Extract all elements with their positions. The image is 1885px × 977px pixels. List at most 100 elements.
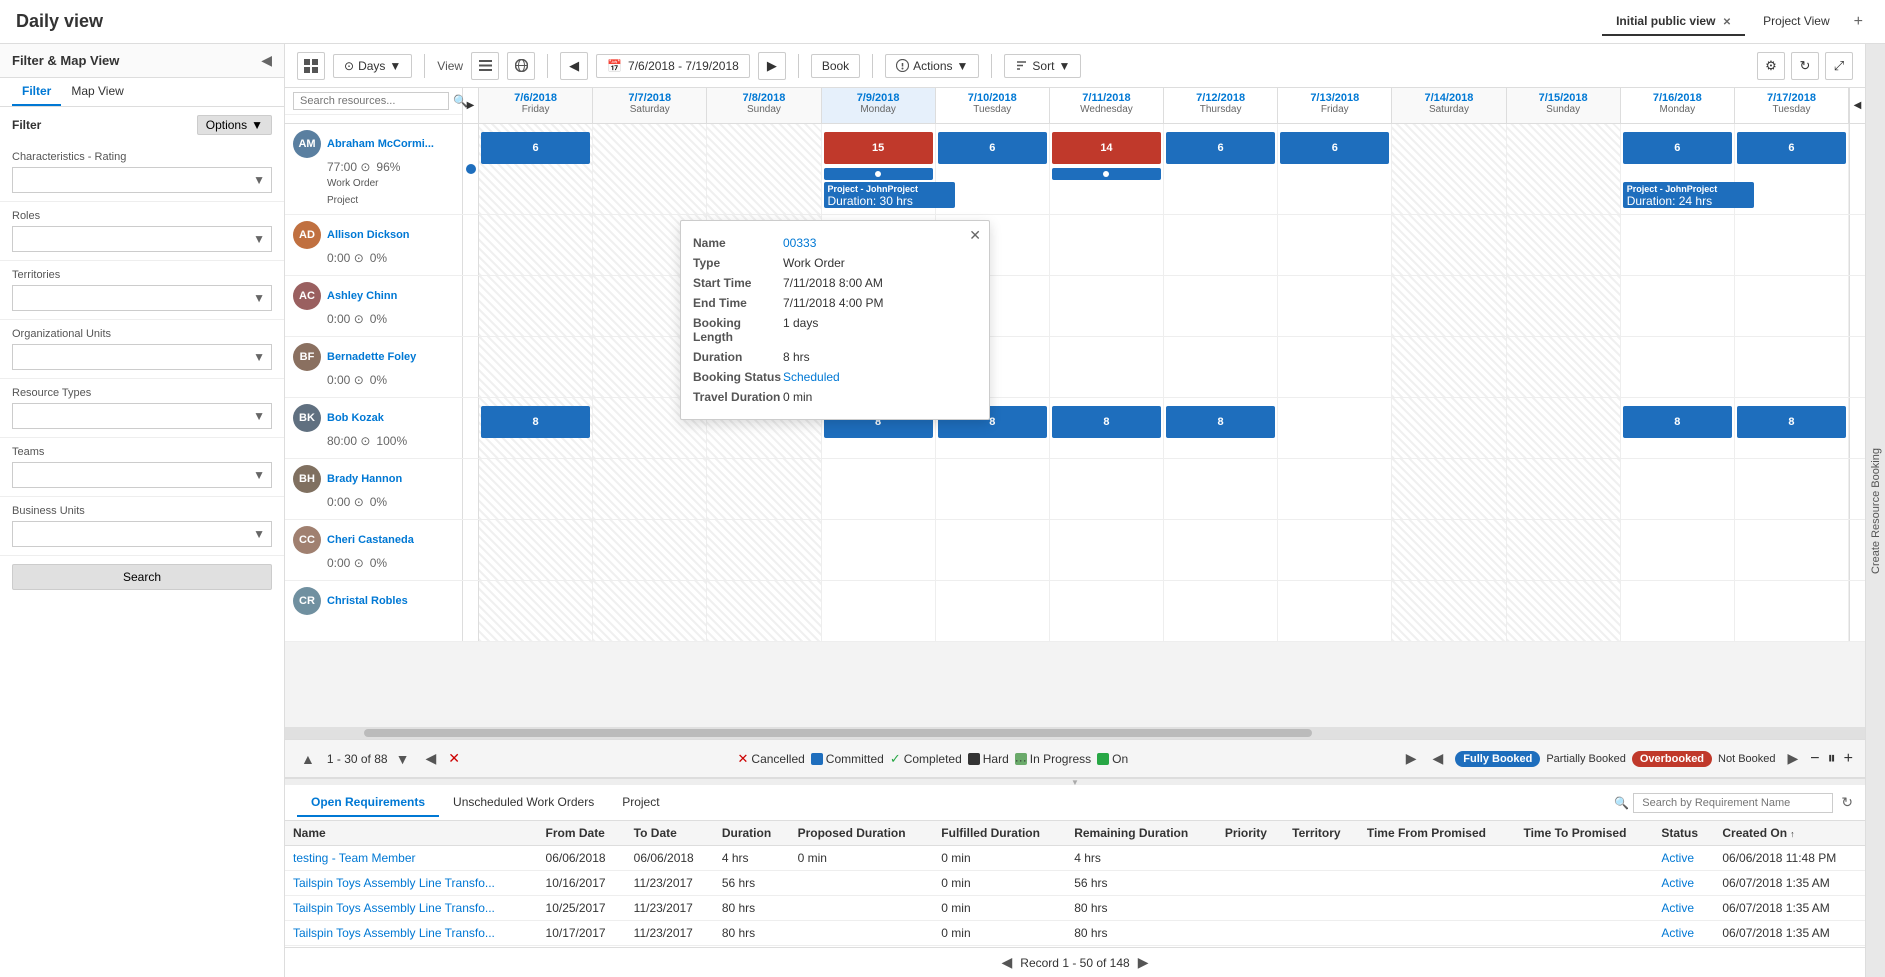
booking-block[interactable]: 14: [1052, 132, 1161, 164]
tab-initial-public-view[interactable]: Initial public view ✕: [1602, 8, 1745, 36]
popup-start-time-value: 7/11/2018 8:00 AM: [783, 276, 977, 290]
table-cell[interactable]: Tailspin Toys Assembly Line Transfo...: [285, 896, 538, 921]
resource-cell: [593, 581, 707, 641]
popup-booking-status-value[interactable]: Scheduled: [783, 370, 977, 384]
status-badge[interactable]: Active: [1661, 901, 1694, 915]
avatar: AM: [293, 130, 321, 158]
resource-name-link[interactable]: Christal Robles: [327, 595, 408, 607]
resource-name-link[interactable]: Brady Hannon: [327, 473, 402, 485]
requirement-name-link[interactable]: Tailspin Toys Assembly Line Transfo...: [293, 876, 495, 890]
scroll-thumb[interactable]: [364, 729, 1312, 737]
grid-view-icon-btn[interactable]: [297, 52, 325, 80]
globe-view-button[interactable]: [507, 52, 535, 80]
table-cell[interactable]: Active: [1653, 896, 1714, 921]
table-cell[interactable]: Active: [1653, 846, 1714, 871]
tab-close-icon[interactable]: ✕: [1723, 17, 1731, 28]
requirement-name-link[interactable]: testing - Team Member: [293, 851, 416, 865]
booking-block[interactable]: 6: [938, 132, 1047, 164]
settings-icon-btn[interactable]: ⚙: [1757, 52, 1785, 80]
collapse-right-button[interactable]: ◀: [1849, 88, 1865, 123]
project-booking-block[interactable]: Project - JohnProject Duration: 30 hrs: [824, 182, 955, 208]
table-prev-button[interactable]: ◀: [1002, 954, 1013, 971]
teams-dropdown[interactable]: ▼: [12, 462, 272, 488]
next-date-button[interactable]: ▶: [758, 52, 786, 80]
left-panel-collapse-button[interactable]: ◀: [261, 52, 272, 69]
next-booking-legend-button[interactable]: ▶: [1784, 750, 1803, 767]
booking-block[interactable]: 6: [1166, 132, 1275, 164]
resource-name-link[interactable]: Abraham McCormi...: [327, 138, 434, 150]
booking-block[interactable]: 8: [1623, 406, 1732, 438]
book-button[interactable]: Book: [811, 54, 860, 78]
table-cell[interactable]: Tailspin Toys Assembly Line Transfo...: [285, 871, 538, 896]
list-view-button[interactable]: [471, 52, 499, 80]
requirement-search-input[interactable]: [1633, 793, 1833, 813]
org-units-dropdown[interactable]: ▼: [12, 344, 272, 370]
roles-dropdown[interactable]: ▼: [12, 226, 272, 252]
status-badge[interactable]: Active: [1661, 851, 1694, 865]
booking-block[interactable]: 6: [1280, 132, 1389, 164]
territories-dropdown[interactable]: ▼: [12, 285, 272, 311]
booking-block[interactable]: 6: [1737, 132, 1846, 164]
refresh-table-button[interactable]: ↻: [1841, 794, 1853, 811]
characteristics-dropdown[interactable]: ▼: [12, 167, 272, 193]
row-expand-dot[interactable]: [466, 164, 476, 174]
requirement-name-link[interactable]: Tailspin Toys Assembly Line Transfo...: [293, 926, 495, 940]
status-badge[interactable]: Active: [1661, 876, 1694, 890]
popup-close-button[interactable]: ✕: [969, 227, 981, 244]
days-button[interactable]: ⊙ Days ▼: [333, 54, 412, 78]
table-next-button[interactable]: ▶: [1138, 954, 1149, 971]
project-booking-block[interactable]: Project - JohnProject Duration: 24 hrs: [1623, 182, 1754, 208]
tab-unscheduled-work-orders[interactable]: Unscheduled Work Orders: [439, 789, 608, 817]
resource-name-link[interactable]: Ashley Chinn: [327, 290, 397, 302]
booking-block[interactable]: 8: [1166, 406, 1275, 438]
booking-block[interactable]: 15: [824, 132, 933, 164]
prev-legend-button[interactable]: ◀: [421, 750, 440, 767]
filter-tab[interactable]: Filter: [12, 78, 61, 106]
sort-button[interactable]: Sort ▼: [1004, 54, 1081, 78]
expand-pagination-button[interactable]: ▼: [392, 751, 414, 767]
tab-open-requirements[interactable]: Open Requirements: [297, 789, 439, 817]
refresh-icon-btn[interactable]: ↻: [1791, 52, 1819, 80]
actions-button[interactable]: Actions ▼: [885, 54, 979, 78]
resource-name-link[interactable]: Bernadette Foley: [327, 351, 416, 363]
expand-row-button[interactable]: ▶: [463, 88, 479, 123]
business-units-dropdown[interactable]: ▼: [12, 521, 272, 547]
zoom-in-button[interactable]: +: [1844, 750, 1853, 768]
table-cell[interactable]: testing - Team Member: [285, 846, 538, 871]
next-legend-button[interactable]: ▶: [1402, 750, 1421, 767]
resource-name-link[interactable]: Allison Dickson: [327, 229, 410, 241]
prev-date-button[interactable]: ◀: [560, 52, 588, 80]
work-order-booking-block[interactable]: [824, 168, 933, 180]
popup-name-value[interactable]: 00333: [783, 236, 977, 250]
resource-name-link[interactable]: Bob Kozak: [327, 412, 384, 424]
booking-block[interactable]: 6: [481, 132, 590, 164]
filter-options-button[interactable]: Options ▼: [197, 115, 272, 135]
left-panel-search-button[interactable]: Search: [12, 564, 272, 590]
horizontal-scrollbar[interactable]: [285, 727, 1865, 739]
resource-cell: [593, 520, 707, 580]
create-resource-booking-label[interactable]: Create Resource Booking: [1870, 440, 1882, 582]
map-view-tab[interactable]: Map View: [61, 78, 133, 106]
resource-search-input[interactable]: [293, 92, 449, 110]
collapse-rows-button[interactable]: ▲: [297, 751, 319, 767]
booking-block[interactable]: 8: [481, 406, 590, 438]
tab-project[interactable]: Project: [608, 789, 673, 817]
pause-button[interactable]: ⏸: [1828, 750, 1836, 768]
tab-project-view[interactable]: Project View: [1749, 8, 1843, 36]
resource-types-dropdown[interactable]: ▼: [12, 403, 272, 429]
table-cell[interactable]: Active: [1653, 921, 1714, 946]
booking-block[interactable]: 8: [1737, 406, 1846, 438]
table-cell[interactable]: Active: [1653, 871, 1714, 896]
prev-booking-legend-button[interactable]: ◀: [1429, 750, 1448, 767]
status-badge[interactable]: Active: [1661, 926, 1694, 940]
resource-name-link[interactable]: Cheri Castaneda: [327, 534, 414, 546]
table-cell[interactable]: Tailspin Toys Assembly Line Transfo...: [285, 921, 538, 946]
booking-block[interactable]: 8: [1052, 406, 1161, 438]
work-order-booking-block[interactable]: [1052, 168, 1161, 180]
add-tab-button[interactable]: +: [1848, 13, 1869, 31]
zoom-out-button[interactable]: −: [1810, 750, 1819, 768]
booking-block[interactable]: 6: [1623, 132, 1732, 164]
fullscreen-icon-btn[interactable]: ⤢: [1825, 52, 1853, 80]
resource-cell: [936, 459, 1050, 519]
requirement-name-link[interactable]: Tailspin Toys Assembly Line Transfo...: [293, 901, 495, 915]
